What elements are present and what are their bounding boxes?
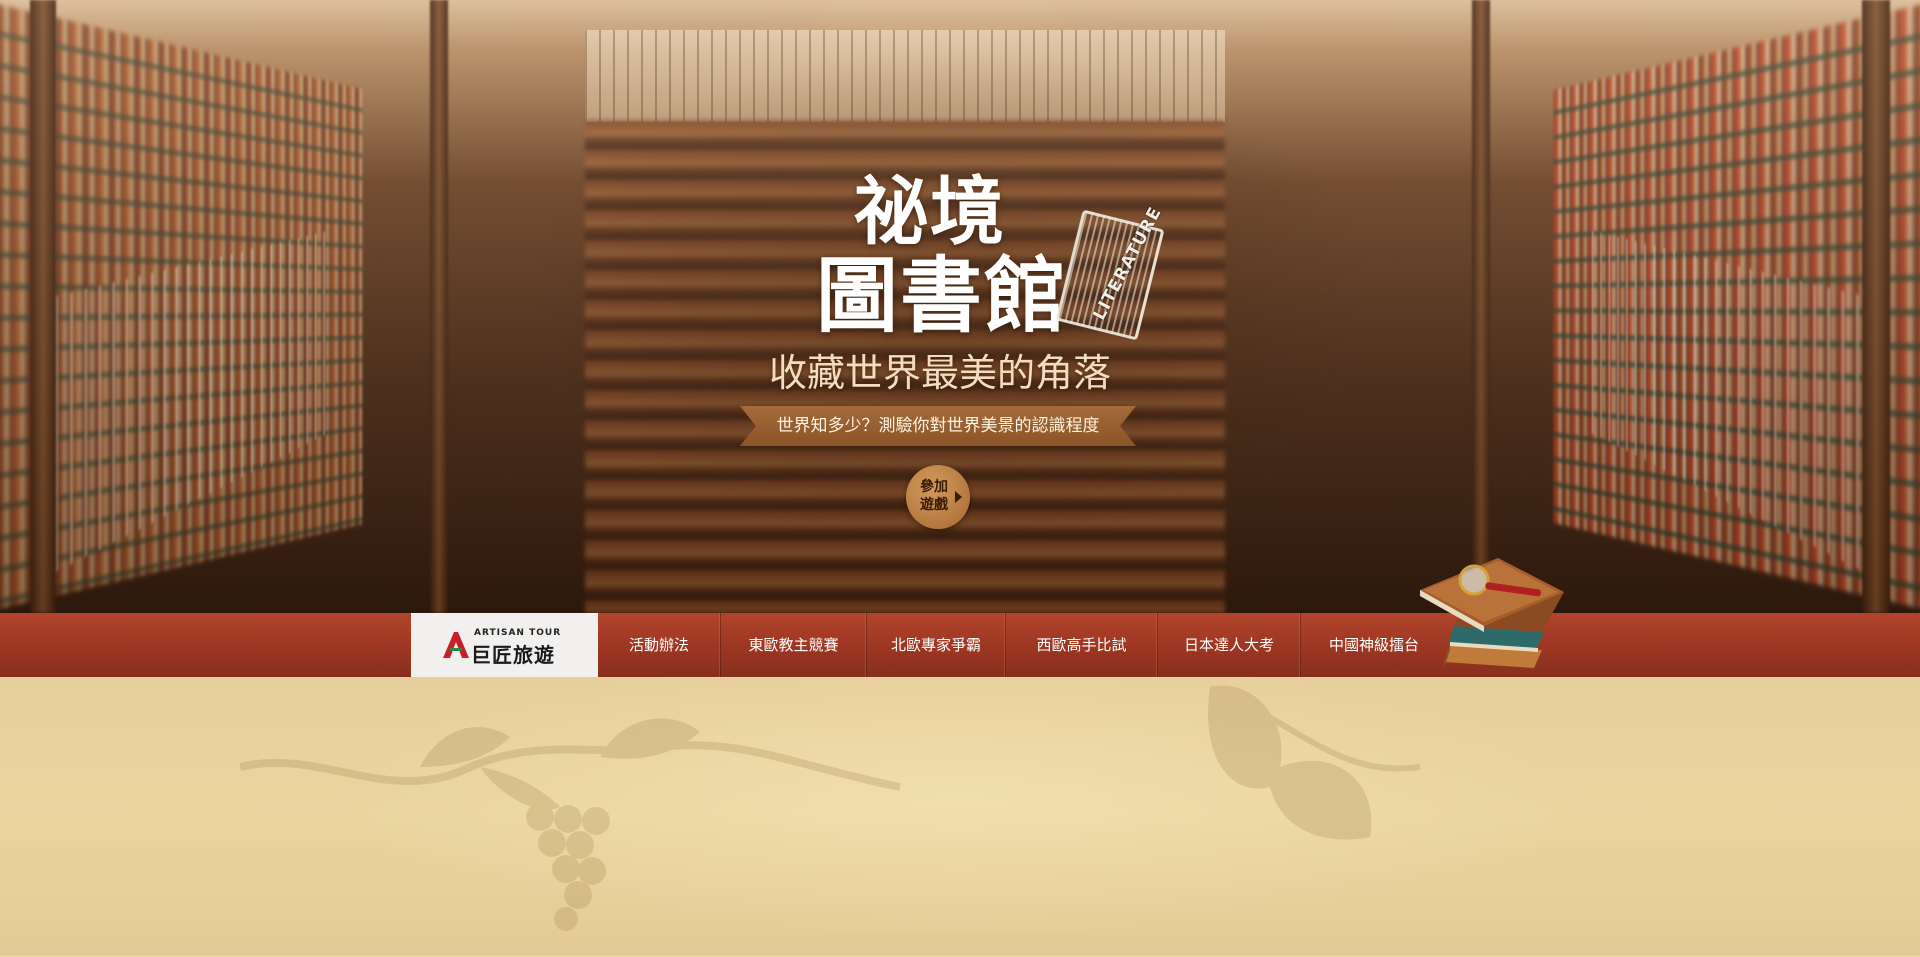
grape-vine-ornament — [240, 718, 901, 931]
nav-item-rules[interactable]: 活動辦法 — [598, 613, 721, 677]
parchment-background — [0, 677, 1920, 955]
nav-item-western-europe[interactable]: 西歐高手比試 — [1006, 613, 1158, 677]
books-magnifier-icon — [1420, 558, 1564, 668]
nav-item-eastern-europe[interactable]: 東歐教主競賽 — [721, 613, 867, 677]
artisan-logo-icon — [443, 632, 469, 658]
hero-subtitle: 收藏世界最美的角落 — [768, 351, 1111, 395]
nav-menu: 活動辦法 東歐教主競賽 北歐專家爭霸 西歐高手比試 日本達人大考 中國神級擂台 — [598, 613, 1447, 677]
join-game-label: 參加 遊戲 — [920, 479, 948, 513]
join-game-button[interactable]: 參加 遊戲 — [906, 465, 970, 529]
play-icon — [955, 491, 962, 503]
ribbon-text: 世界知多少？測驗你對世界美景的認識程度 — [776, 416, 1100, 436]
nav-item-japan[interactable]: 日本達人大考 — [1158, 613, 1301, 677]
title-line-1: 祕境 — [854, 169, 1006, 255]
nav-item-northern-europe[interactable]: 北歐專家爭霸 — [867, 613, 1006, 677]
leaf-ornament — [1208, 685, 1421, 840]
logo-english: ARTISAN TOUR — [474, 628, 562, 638]
brand-logo[interactable]: ARTISAN TOUR 巨匠旅遊 — [411, 613, 598, 677]
logo-chinese: 巨匠旅遊 — [471, 643, 555, 667]
title-line-2: 圖書館 — [816, 248, 1069, 344]
hero-banner: 祕境 圖書館 LITERATURE 收藏世界最美的角落 世界知多少？測驗你對世界… — [0, 0, 1920, 613]
